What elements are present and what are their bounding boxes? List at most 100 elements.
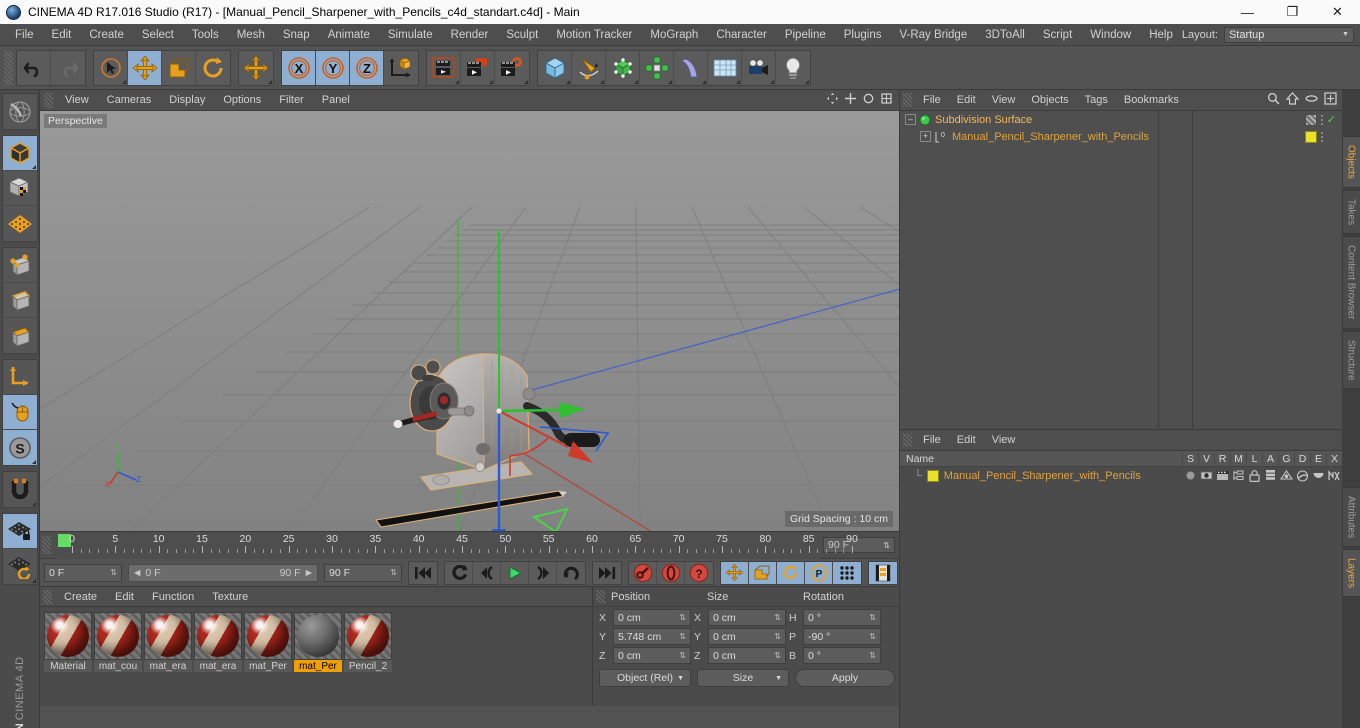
menu-window[interactable]: Window: [1081, 24, 1140, 46]
viewport-solo-icon[interactable]: [2, 395, 37, 430]
snap-toggle-icon[interactable]: S: [2, 430, 37, 465]
range-right-arrow-icon[interactable]: ►: [304, 567, 314, 579]
object-menu-view[interactable]: View: [984, 90, 1024, 111]
layer-column-v[interactable]: V: [1198, 452, 1214, 465]
menu-sculpt[interactable]: Sculpt: [497, 24, 547, 46]
menu-snap[interactable]: Snap: [274, 24, 319, 46]
size-z-field[interactable]: 0 cm ⇅: [708, 647, 786, 664]
play-backward-icon[interactable]: [445, 561, 473, 584]
layer-column-g[interactable]: G: [1278, 452, 1294, 465]
fit-icon[interactable]: [1324, 92, 1337, 108]
enabled-check-icon[interactable]: ✓: [1327, 113, 1336, 126]
layer-menu-edit[interactable]: Edit: [949, 430, 984, 451]
layout-dropdown[interactable]: Startup ▼: [1223, 26, 1354, 43]
go-to-end-icon[interactable]: [593, 562, 621, 584]
timeline-ruler-bar[interactable]: 0 5 10 15 20 25 30 35 40 45 50 55 60 65 70 75 80 85 90 90 …: [40, 531, 899, 559]
material-item[interactable]: Pencil_2: [344, 612, 392, 672]
render-view-icon[interactable]: [427, 50, 461, 85]
rotate-tool-icon[interactable]: [196, 51, 230, 85]
manager-icon[interactable]: [1230, 470, 1246, 481]
key-scale-icon[interactable]: [749, 561, 777, 584]
layer-column-r[interactable]: R: [1214, 452, 1230, 465]
x-axis-lock-icon[interactable]: X: [282, 50, 316, 85]
material-menu-edit[interactable]: Edit: [106, 587, 143, 607]
size-x-field[interactable]: 0 cm ⇅: [708, 609, 786, 626]
material-item[interactable]: mat_Per: [244, 612, 292, 672]
rotate-view-icon[interactable]: [863, 93, 874, 107]
tab-objects[interactable]: Objects: [1341, 136, 1360, 188]
material-preview[interactable]: [294, 612, 342, 660]
layer-menu-view[interactable]: View: [984, 430, 1024, 451]
render-clapper-icon[interactable]: [1214, 470, 1230, 481]
material-preview[interactable]: [144, 612, 192, 660]
material-preview[interactable]: [194, 612, 242, 660]
texture-mode-icon[interactable]: [3, 206, 37, 241]
record-key-icon[interactable]: [629, 561, 657, 584]
menu-simulate[interactable]: Simulate: [379, 24, 442, 46]
menu-plugins[interactable]: Plugins: [835, 24, 891, 46]
object-menu-file[interactable]: File: [915, 90, 949, 111]
workplane-lock-icon[interactable]: [2, 514, 37, 549]
render-picture-viewer-icon[interactable]: [461, 50, 495, 85]
tab-content-browser[interactable]: Content Browser: [1341, 236, 1360, 329]
key-position-icon[interactable]: [721, 561, 749, 584]
object-row-pencil-sharpener[interactable]: + 0 Manual_Pencil_Sharpener_with_Pencils: [900, 128, 1342, 145]
rotation-h-field[interactable]: 0 ° ⇅: [803, 609, 881, 626]
search-icon[interactable]: [1267, 92, 1280, 108]
layer-column-s[interactable]: S: [1182, 452, 1198, 465]
menu-3dtoall[interactable]: 3DToAll: [976, 24, 1034, 46]
viewport-menu-grip[interactable]: [44, 92, 53, 108]
model-mode-icon[interactable]: [2, 136, 37, 171]
axis-modify-icon[interactable]: [2, 360, 37, 395]
expand-collapse-icon[interactable]: –: [905, 114, 916, 125]
layer-column-l[interactable]: L: [1246, 452, 1262, 465]
material-menu-function[interactable]: Function: [143, 587, 203, 607]
layer-column-x[interactable]: X: [1326, 452, 1342, 465]
generator-icon[interactable]: [1278, 469, 1294, 482]
size-y-field[interactable]: 0 cm ⇅: [708, 628, 786, 645]
menu-character[interactable]: Character: [707, 24, 776, 46]
rotation-p-field[interactable]: -90 ° ⇅: [803, 628, 881, 645]
undo-icon[interactable]: [17, 50, 51, 85]
go-to-start-icon[interactable]: [409, 562, 437, 584]
edge-mode-icon[interactable]: [2, 283, 37, 318]
move-view-icon[interactable]: [827, 93, 838, 107]
key-rotation-icon[interactable]: [777, 561, 805, 584]
menu-select[interactable]: Select: [133, 24, 183, 46]
material-item[interactable]: mat_era: [194, 612, 242, 672]
spinner-icon[interactable]: ⇅: [679, 651, 686, 660]
menu-mograph[interactable]: MoGraph: [641, 24, 707, 46]
key-pla-icon[interactable]: P: [805, 561, 833, 584]
timeline-ruler[interactable]: 0 5 10 15 20 25 30 35 40 45 50 55 60 65 70 75 80 85 90: [58, 531, 858, 559]
object-row-subdivision-surface[interactable]: – Subdivision Surface ✓: [900, 111, 1342, 128]
rotation-b-field[interactable]: 0 ° ⇅: [803, 647, 881, 664]
y-axis-lock-icon[interactable]: Y: [316, 50, 350, 85]
visible-eye-icon[interactable]: [1198, 470, 1214, 481]
spinner-icon[interactable]: ⇅: [869, 651, 876, 660]
object-axis-mode-icon[interactable]: [2, 171, 37, 206]
layer-menu-file[interactable]: File: [915, 430, 949, 451]
deformer-icon[interactable]: [1294, 469, 1310, 482]
maximize-view-icon[interactable]: [881, 93, 892, 107]
maximize-button[interactable]: ❐: [1270, 0, 1315, 24]
layer-column-a[interactable]: A: [1262, 452, 1278, 465]
menu-motion-tracker[interactable]: Motion Tracker: [547, 24, 641, 46]
current-frame-field[interactable]: 0 F ⇅: [44, 563, 122, 582]
step-forward-icon[interactable]: [529, 561, 557, 584]
menu-create[interactable]: Create: [80, 24, 133, 46]
object-menu-edit[interactable]: Edit: [949, 90, 984, 111]
material-menu-texture[interactable]: Texture: [203, 587, 257, 607]
layer-manager-grip[interactable]: [903, 433, 912, 447]
z-axis-lock-icon[interactable]: Z: [350, 50, 384, 85]
viewport-3d[interactable]: Perspective Grid Spacing : 10 cm Y Z X: [40, 111, 899, 531]
redo-icon[interactable]: [51, 51, 85, 85]
viewport-menu-display[interactable]: Display: [160, 90, 214, 111]
xref-icon[interactable]: [1326, 469, 1342, 482]
render-settings-icon[interactable]: [495, 51, 529, 85]
hatched-tag-icon[interactable]: [1304, 113, 1317, 126]
viewport-menu-panel[interactable]: Panel: [313, 90, 359, 111]
step-back-icon[interactable]: [473, 561, 501, 584]
preview-range-bar[interactable]: ◄ 0 F 90 F ►: [128, 563, 318, 582]
magnet-tool-icon[interactable]: [3, 472, 37, 507]
menu-edit[interactable]: Edit: [43, 24, 81, 46]
